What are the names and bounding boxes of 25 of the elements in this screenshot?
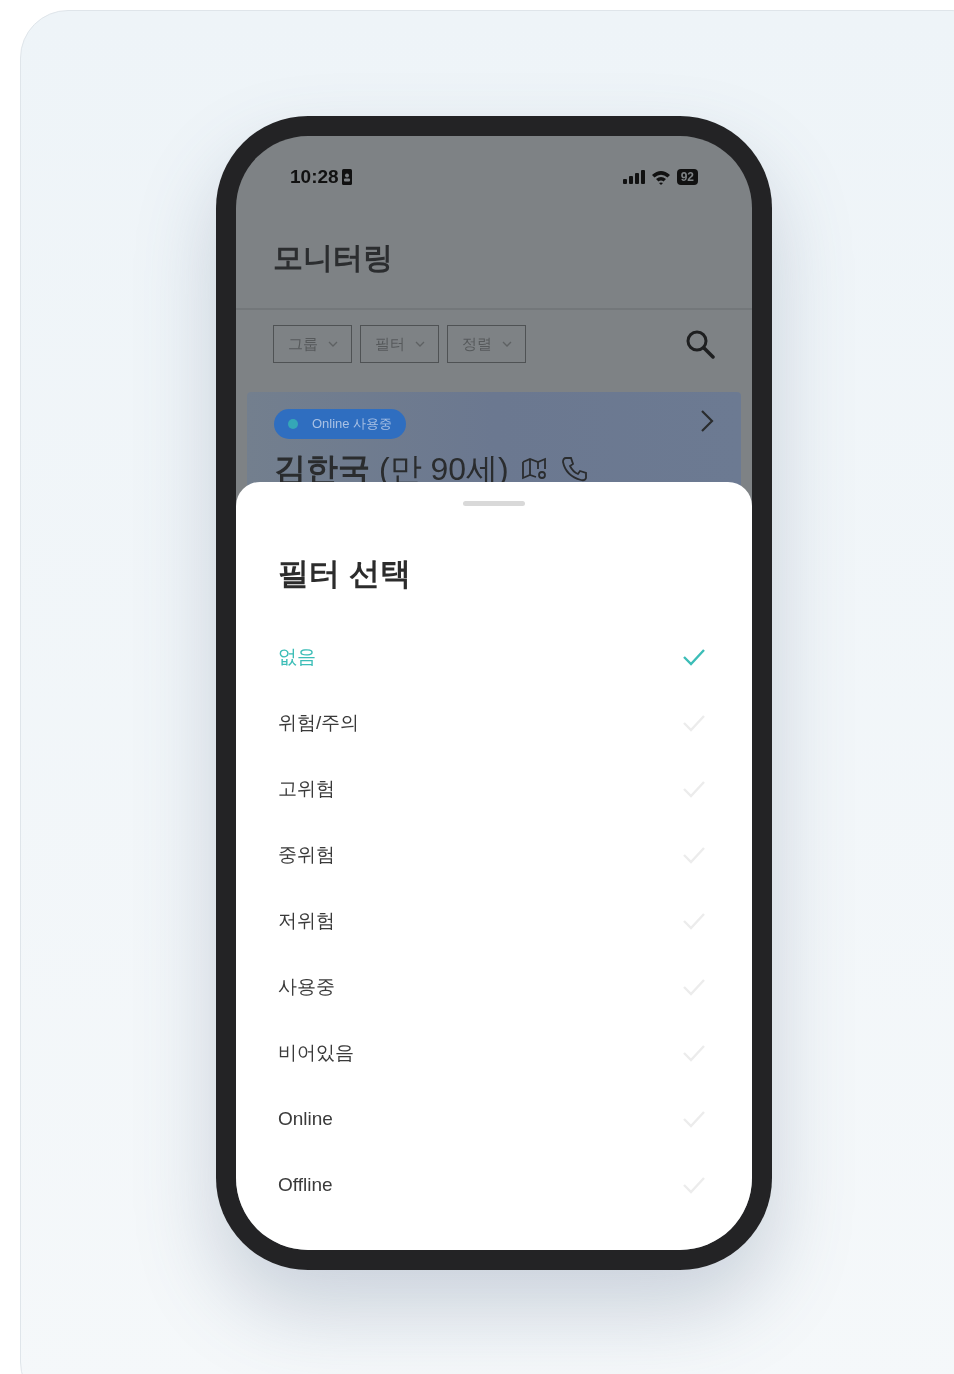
filter-option[interactable]: 위험/주의 — [278, 690, 710, 756]
chevron-down-icon — [414, 341, 425, 347]
chevron-down-icon — [327, 341, 338, 347]
filter-option[interactable]: 저위험 — [278, 888, 710, 954]
filter-option[interactable]: 고위험 — [278, 756, 710, 822]
filter-option[interactable]: 사용중 — [278, 954, 710, 1020]
checkmark-icon — [682, 648, 706, 666]
chevron-right-icon — [700, 409, 714, 433]
sheet-title: 필터 선택 — [278, 555, 412, 593]
page-title: 모니터링 — [273, 239, 393, 276]
map-icon — [520, 457, 549, 481]
status-badge: Online 사용중 — [274, 409, 407, 439]
filter-option[interactable]: Online — [278, 1086, 710, 1152]
chevron-down-icon — [501, 341, 512, 347]
filter-option[interactable]: 비어있음 — [278, 1020, 710, 1086]
signal-icon — [622, 170, 645, 184]
filter-option[interactable]: Offline — [278, 1152, 710, 1218]
battery-indicator: 92 — [676, 169, 698, 185]
person-icon — [341, 169, 352, 185]
filter-option[interactable]: 중위험 — [278, 822, 710, 888]
status-time: 10:28 — [290, 164, 339, 189]
phone-icon — [560, 456, 587, 482]
drag-handle[interactable] — [463, 501, 525, 506]
search-icon[interactable] — [685, 329, 715, 359]
wifi-icon — [650, 169, 671, 185]
